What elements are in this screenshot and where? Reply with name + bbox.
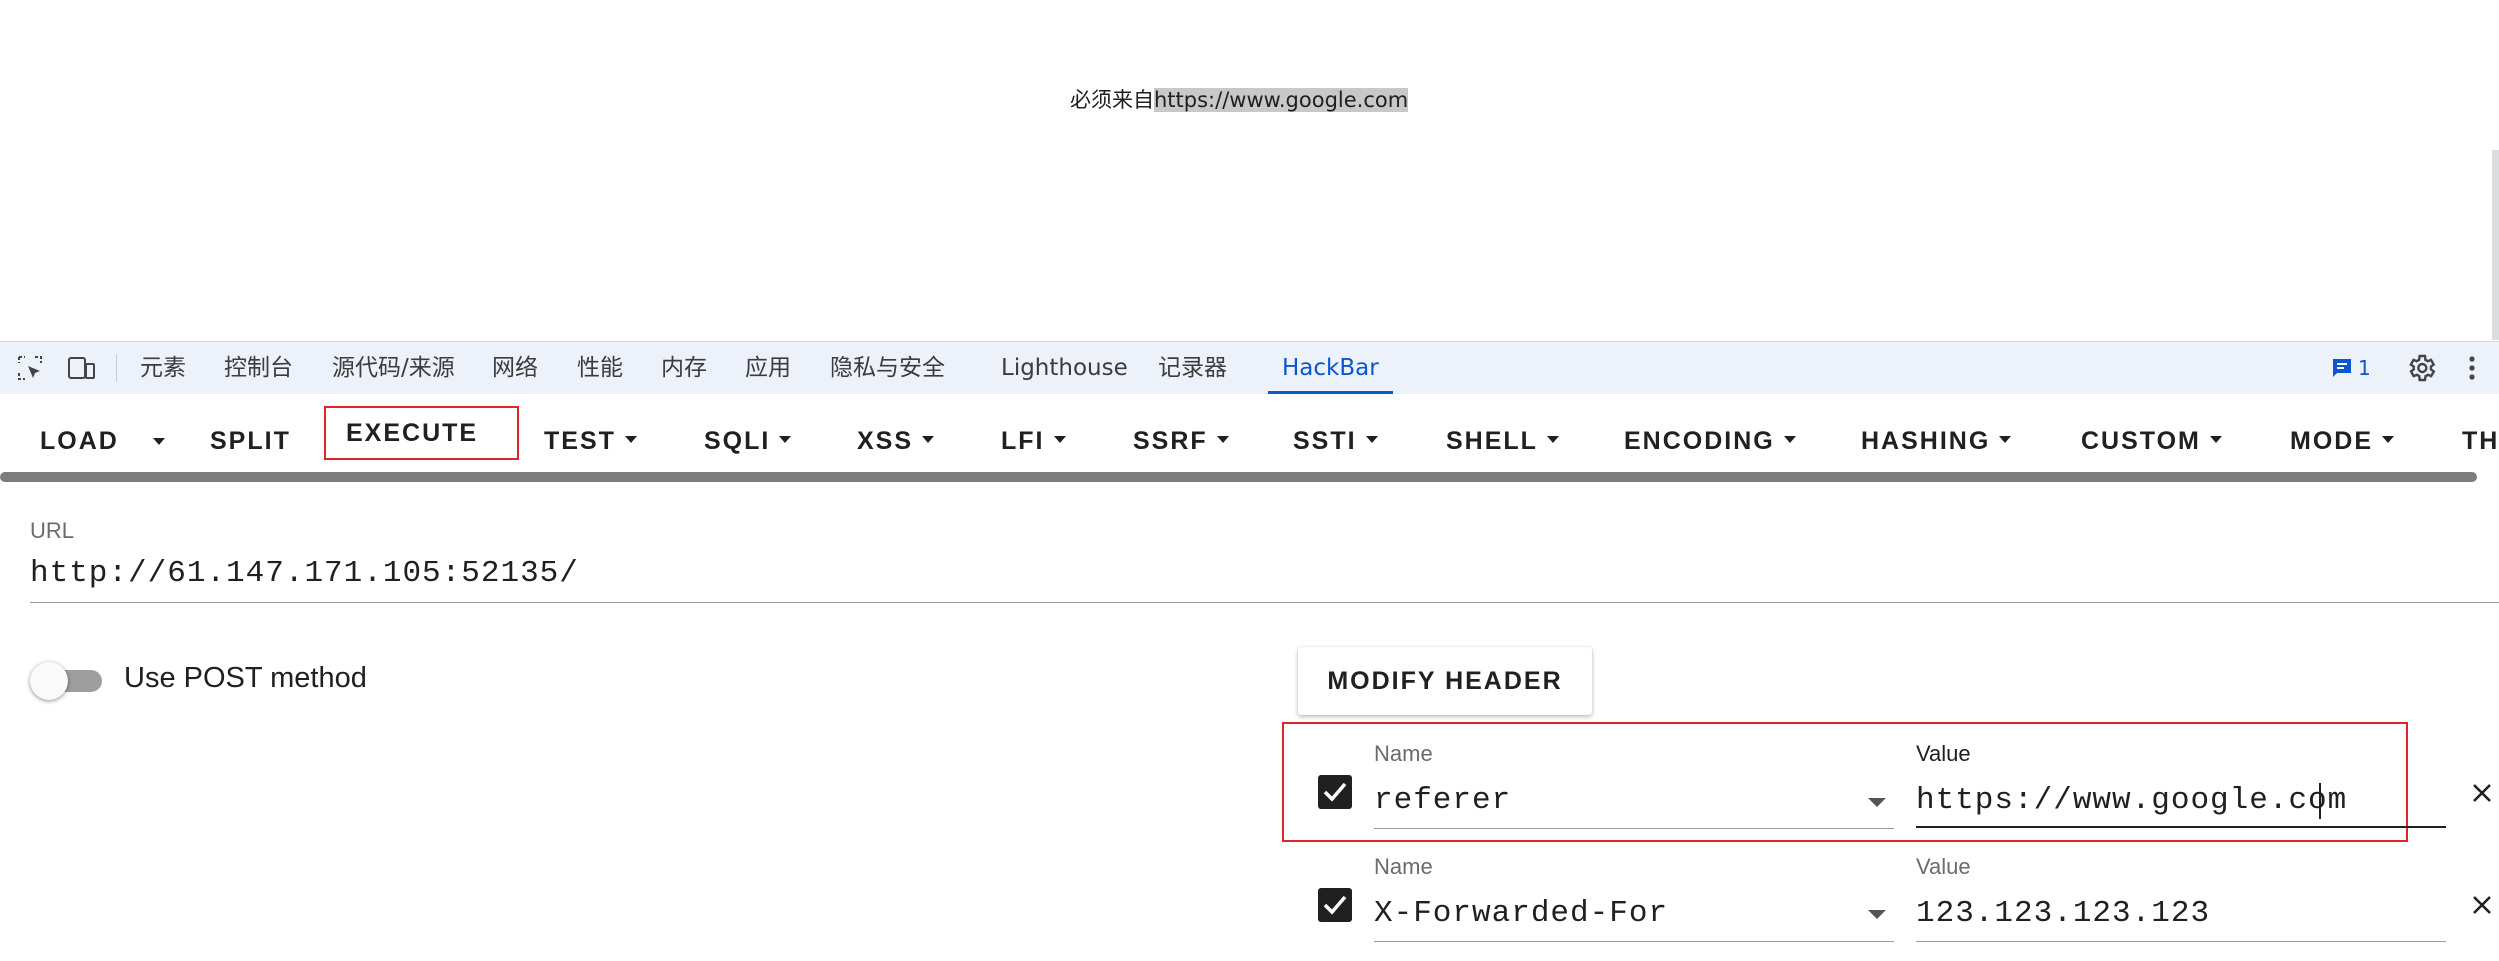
shell-menu-label: SHELL: [1446, 427, 1538, 455]
toggle-thumb: [30, 662, 68, 700]
issues-count: 1: [2358, 356, 2371, 380]
toolbar-separator: [116, 354, 117, 382]
chevron-down-icon: [779, 435, 792, 443]
header-name-label: Name: [1374, 854, 1433, 879]
chevron-down-icon: [1546, 435, 1559, 443]
header-row-x-forwarded-for: Name X-Forwarded-For Value 123.123.123.1…: [1282, 842, 2499, 960]
custom-menu[interactable]: CUSTOM: [2081, 414, 2222, 468]
post-method-toggle[interactable]: [30, 662, 102, 700]
modify-header-button[interactable]: MODIFY HEADER: [1298, 647, 1592, 715]
page-content: 必须来自https://www.google.com: [0, 0, 2499, 340]
header-value-underline: [1916, 826, 2446, 828]
check-icon: [1323, 782, 1347, 802]
hashing-menu[interactable]: HASHING: [1861, 414, 2012, 468]
page-scrollbar[interactable]: [2492, 150, 2499, 340]
tab-elements[interactable]: 元素: [140, 342, 186, 394]
lfi-menu-label: LFI: [1001, 427, 1045, 455]
toolbar-horizontal-scrollbar[interactable]: [0, 472, 2477, 482]
header-name-label: Name: [1374, 741, 1433, 766]
execute-button[interactable]: EXECUTE: [324, 406, 519, 460]
url-input-underline: [30, 602, 2499, 603]
header-value-label: Value: [1916, 741, 1971, 766]
header-name-input[interactable]: referer: [1374, 783, 1511, 818]
header-value-underline: [1916, 941, 2446, 942]
header-value-input[interactable]: 123.123.123.123: [1916, 896, 2210, 931]
encoding-menu-label: ENCODING: [1624, 427, 1775, 455]
url-label: URL: [30, 518, 75, 543]
chevron-down-icon: [1365, 435, 1378, 443]
close-icon[interactable]: [2471, 782, 2493, 804]
tab-performance[interactable]: 性能: [577, 342, 623, 394]
url-input[interactable]: http://61.147.171.105:52135/: [30, 556, 579, 591]
tab-privacy-security[interactable]: 隐私与安全: [830, 342, 945, 394]
encoding-menu[interactable]: ENCODING: [1624, 414, 1796, 468]
header-row-referer: Name referer Value https://www.google.co…: [1282, 722, 2499, 842]
more-vert-icon[interactable]: [2465, 352, 2479, 384]
load-button[interactable]: LOAD: [40, 414, 119, 468]
mode-menu[interactable]: MODE: [2290, 414, 2394, 468]
post-method-label: Use POST method: [124, 662, 367, 694]
chevron-down-icon: [1053, 435, 1066, 443]
chevron-down-icon[interactable]: [1868, 910, 1886, 919]
xss-menu[interactable]: XSS: [857, 414, 935, 468]
custom-menu-label: CUSTOM: [2081, 427, 2201, 455]
test-menu-label: TEST: [544, 427, 616, 455]
issues-badge[interactable]: 1: [2330, 354, 2371, 382]
ssrf-menu[interactable]: SSRF: [1133, 414, 1229, 468]
tab-application[interactable]: 应用: [745, 342, 791, 394]
chevron-down-icon: [1999, 435, 2012, 443]
page-message-prefix: 必须来自: [1070, 88, 1154, 112]
check-icon: [1323, 895, 1347, 915]
chevron-down-icon: [922, 435, 935, 443]
page-message: 必须来自https://www.google.com: [1070, 84, 1409, 114]
header-enabled-checkbox[interactable]: [1318, 775, 1352, 809]
text-cursor: [2319, 783, 2321, 819]
split-button[interactable]: SPLIT: [210, 414, 291, 468]
inspect-element-icon[interactable]: [16, 354, 44, 382]
chevron-down-icon[interactable]: [1868, 798, 1886, 807]
tab-hackbar[interactable]: HackBar: [1268, 342, 1393, 394]
sqli-menu[interactable]: SQLI: [704, 414, 792, 468]
header-name-underline: [1374, 828, 1894, 829]
tab-lighthouse[interactable]: Lighthouse: [1001, 342, 1128, 394]
chevron-down-icon: [1216, 435, 1229, 443]
load-dropdown-caret-icon[interactable]: [153, 438, 165, 445]
sqli-menu-label: SQLI: [704, 427, 771, 455]
ssrf-menu-label: SSRF: [1133, 427, 1208, 455]
header-enabled-checkbox[interactable]: [1318, 888, 1352, 922]
xss-menu-label: XSS: [857, 427, 914, 455]
tab-recorder[interactable]: 记录器: [1158, 342, 1227, 394]
header-value-input[interactable]: https://www.google.com: [1916, 783, 2347, 818]
ssti-menu-label: SSTI: [1293, 427, 1357, 455]
highlight-box: [1282, 722, 2408, 842]
tab-network[interactable]: 网络: [492, 342, 538, 394]
hackbar-toolbar: LOAD SPLIT EXECUTE TEST SQLI XSS LFI SSR…: [0, 394, 2499, 478]
gear-icon[interactable]: [2405, 352, 2437, 384]
close-icon[interactable]: [2471, 894, 2493, 916]
issues-icon: [2333, 359, 2351, 377]
tab-console[interactable]: 控制台: [224, 342, 293, 394]
chevron-down-icon: [2209, 435, 2222, 443]
tab-sources[interactable]: 源代码/来源: [332, 342, 455, 394]
chevron-down-icon: [1783, 435, 1796, 443]
header-name-underline: [1374, 941, 1894, 942]
shell-menu[interactable]: SHELL: [1446, 414, 1559, 468]
hashing-menu-label: HASHING: [1861, 427, 1991, 455]
chevron-down-icon: [624, 435, 637, 443]
chevron-down-icon: [2382, 435, 2394, 443]
lfi-menu[interactable]: LFI: [1001, 414, 1066, 468]
theme-menu-clipped[interactable]: TH: [2462, 414, 2499, 468]
header-value-label: Value: [1916, 854, 1971, 879]
devtools-tab-bar: 元素 控制台 源代码/来源 网络 性能 内存 应用 隐私与安全 Lighthou…: [0, 341, 2499, 395]
mode-menu-label: MODE: [2290, 427, 2373, 455]
ssti-menu[interactable]: SSTI: [1293, 414, 1378, 468]
header-name-input[interactable]: X-Forwarded-For: [1374, 896, 1668, 931]
tab-memory[interactable]: 内存: [661, 342, 707, 394]
test-menu[interactable]: TEST: [544, 414, 637, 468]
device-toolbar-icon[interactable]: [66, 354, 95, 382]
page-message-highlight: https://www.google.com: [1154, 88, 1409, 112]
